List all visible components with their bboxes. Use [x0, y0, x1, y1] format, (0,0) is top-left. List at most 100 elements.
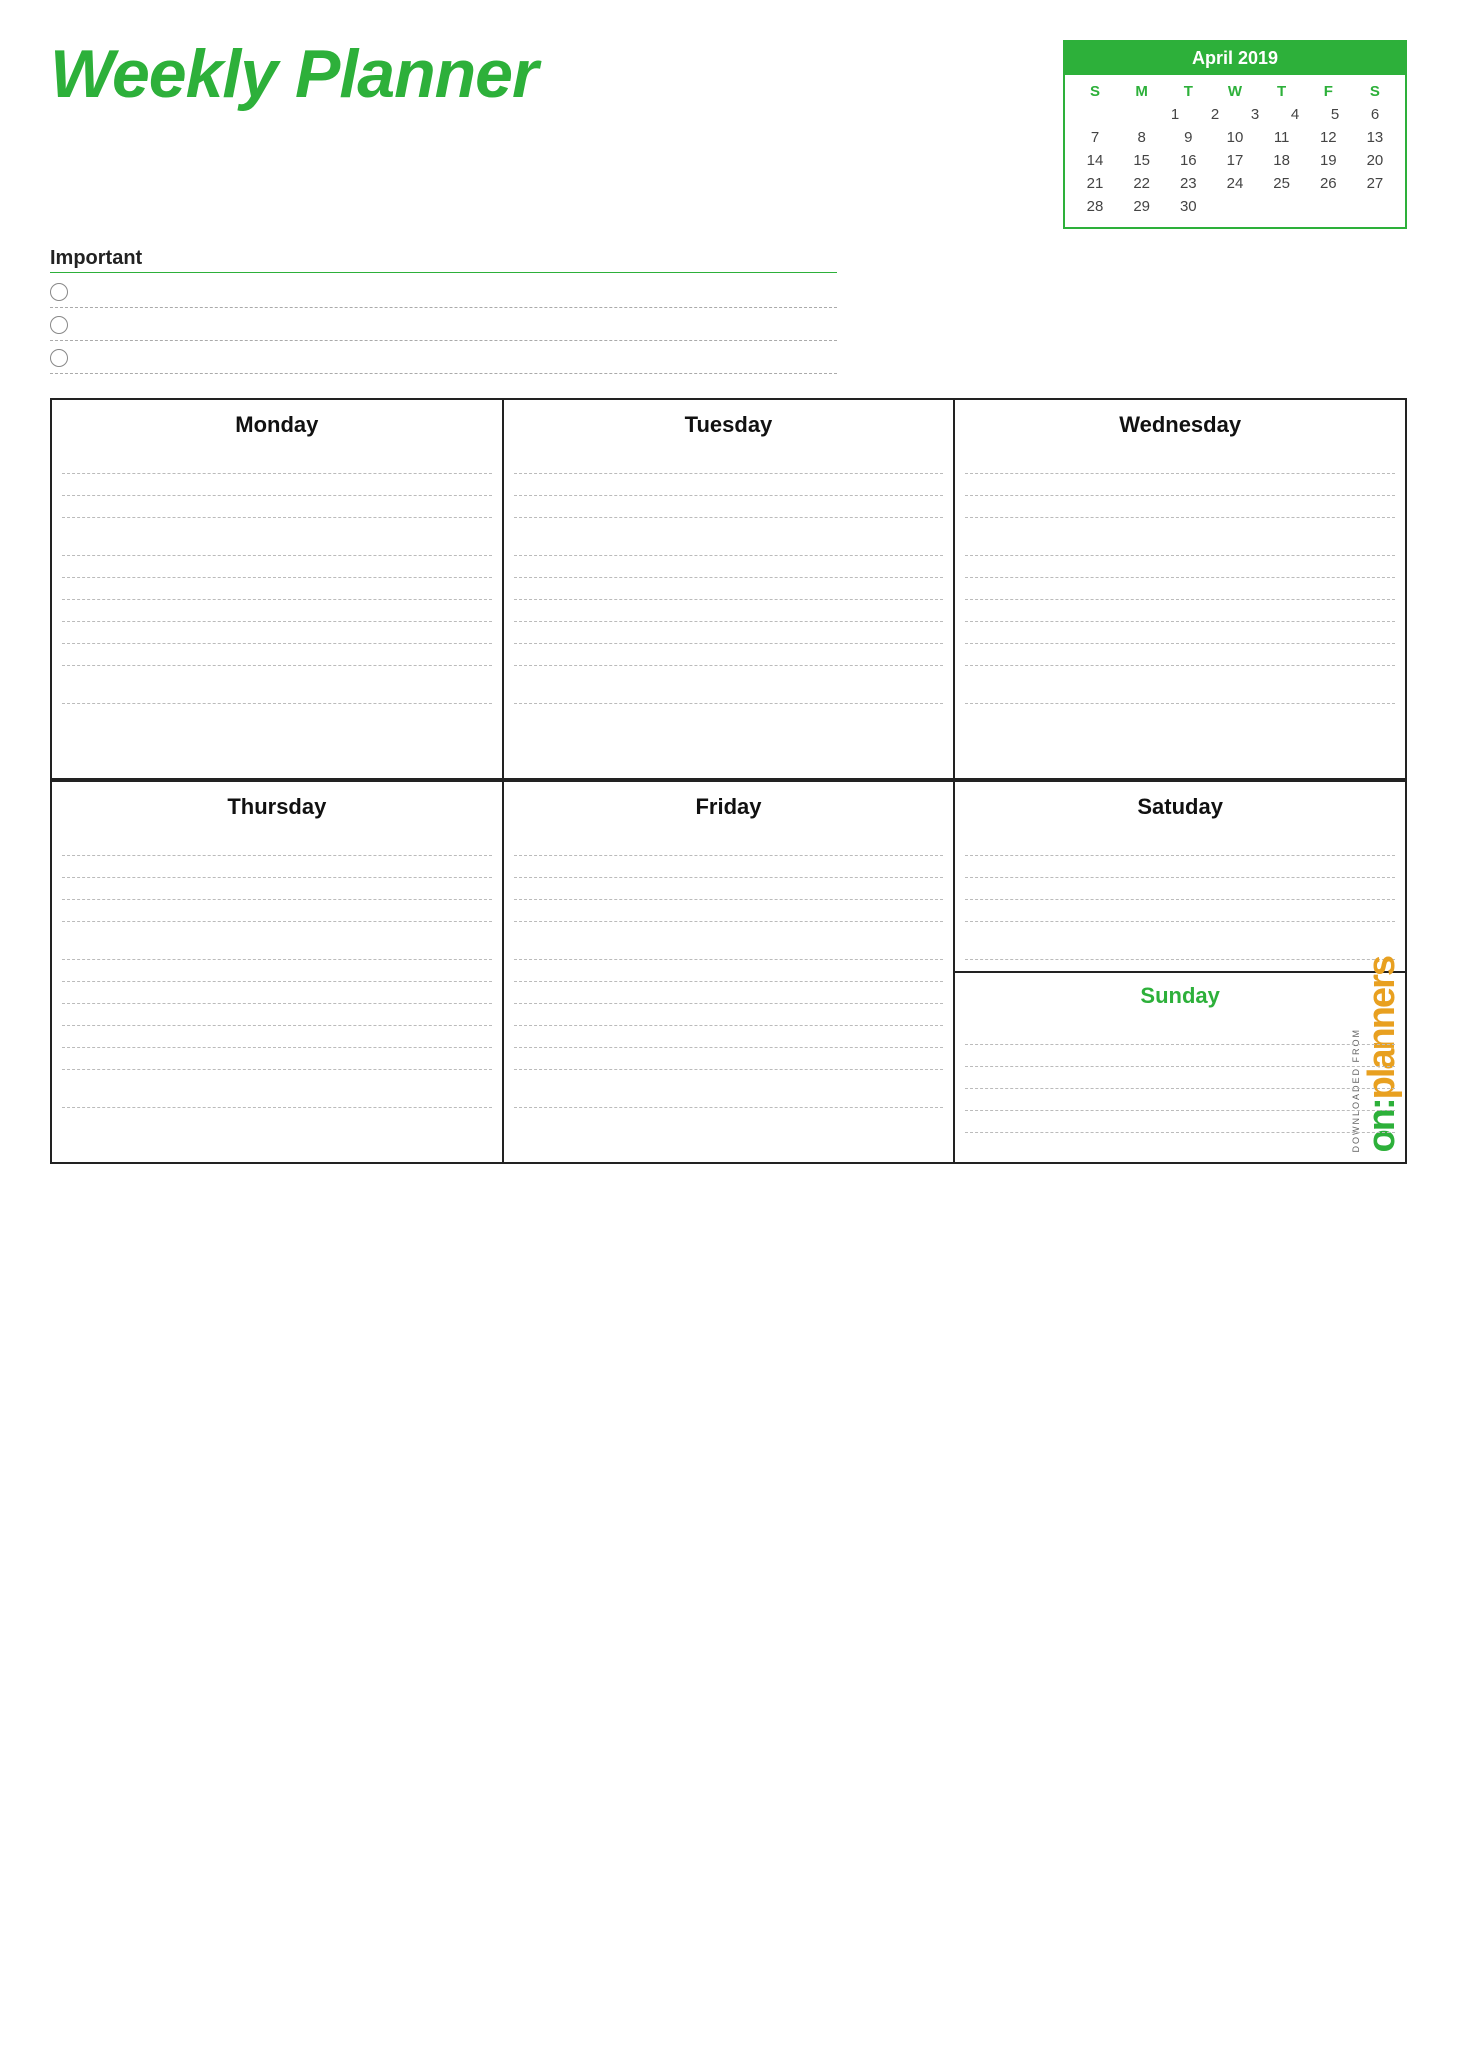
cal-day-20: 20 — [1355, 150, 1395, 171]
tuesday-line-7 — [514, 600, 944, 622]
saturday-lines — [965, 834, 1395, 960]
cal-day-15: 15 — [1122, 150, 1162, 171]
wednesday-dot-1 — [965, 518, 1395, 526]
monday-line-7 — [62, 600, 492, 622]
thursday-line-8 — [62, 1004, 492, 1026]
thursday-line-11 — [62, 1086, 492, 1108]
important-item-3 — [50, 347, 837, 367]
cal-week-2: 7 8 9 10 11 12 13 — [1075, 127, 1395, 148]
tuesday-lines — [514, 452, 944, 704]
title-text: Weekly Planner — [50, 40, 537, 108]
calendar-day-headers: S M T W T F S — [1075, 81, 1395, 102]
cal-day-18: 18 — [1262, 150, 1302, 171]
cal-day-27: 27 — [1355, 173, 1395, 194]
cal-header-t: T — [1168, 81, 1208, 102]
tuesday-line-5 — [514, 556, 944, 578]
cal-day-23: 23 — [1168, 173, 1208, 194]
important-line-1 — [50, 307, 837, 308]
page-header: Weekly Planner April 2019 S M T W T F S … — [50, 40, 1407, 229]
weekly-grid-top: Monday Tuesday — [50, 398, 1407, 780]
monday-dot-4 — [62, 674, 492, 682]
wednesday-line-2 — [965, 474, 1395, 496]
cal-day-28: 28 — [1075, 196, 1115, 217]
cal-day-empty6: - — [1355, 196, 1395, 217]
cal-day-14: 14 — [1075, 150, 1115, 171]
friday-line-5 — [514, 938, 944, 960]
sunday-lines — [965, 1023, 1395, 1133]
weekly-grid-bottom: Thursday Friday — [50, 780, 1407, 1164]
friday-lines — [514, 834, 944, 1108]
monday-line-4 — [62, 534, 492, 556]
cal-day-21: 21 — [1075, 173, 1115, 194]
thursday-lines — [62, 834, 492, 1108]
cal-header-t2: T — [1262, 81, 1302, 102]
cal-day-11: 11 — [1262, 127, 1302, 148]
thursday-line-7 — [62, 982, 492, 1004]
wednesday-label: Wednesday — [965, 412, 1395, 438]
wednesday-dot-2 — [965, 526, 1395, 534]
wednesday-line-1 — [965, 452, 1395, 474]
thursday-dot-4 — [62, 1078, 492, 1086]
monday-line-9 — [62, 644, 492, 666]
thursday-line-5 — [62, 938, 492, 960]
wednesday-line-7 — [965, 600, 1395, 622]
calendar-grid: S M T W T F S - - 1 2 3 4 5 6 7 — [1065, 75, 1405, 227]
important-item-1 — [50, 281, 837, 301]
friday-dot-1 — [514, 922, 944, 930]
cal-day-8: 8 — [1122, 127, 1162, 148]
cal-day-30: 30 — [1168, 196, 1208, 217]
tuesday-line-1 — [514, 452, 944, 474]
thursday-line-10 — [62, 1048, 492, 1070]
friday-dot-3 — [514, 1070, 944, 1078]
important-line-2 — [50, 340, 837, 341]
thursday-dot-1 — [62, 922, 492, 930]
tuesday-line-6 — [514, 578, 944, 600]
cal-day-7: 7 — [1075, 127, 1115, 148]
circle-icon-1 — [50, 283, 68, 301]
tuesday-line-4 — [514, 534, 944, 556]
cal-day-empty3: - — [1215, 196, 1255, 217]
friday-line-3 — [514, 878, 944, 900]
mini-calendar: April 2019 S M T W T F S - - 1 2 3 4 5 6 — [1063, 40, 1407, 229]
wednesday-line-9 — [965, 644, 1395, 666]
sunday-line-5 — [965, 1111, 1395, 1133]
cal-header-s2: S — [1355, 81, 1395, 102]
monday-line-3 — [62, 496, 492, 518]
monday-label: Monday — [62, 412, 492, 438]
cal-week-5: 28 29 30 - - - - — [1075, 196, 1395, 217]
friday-line-8 — [514, 1004, 944, 1026]
monday-cell: Monday — [52, 400, 504, 780]
friday-dot-2 — [514, 930, 944, 938]
important-label: Important — [50, 247, 837, 273]
friday-line-10 — [514, 1048, 944, 1070]
monday-line-6 — [62, 578, 492, 600]
cal-day-empty2: - — [1115, 104, 1155, 125]
thursday-dot-2 — [62, 930, 492, 938]
wednesday-line-5 — [965, 556, 1395, 578]
friday-label: Friday — [514, 794, 944, 820]
cal-day-6: 6 — [1355, 104, 1395, 125]
monday-lines — [62, 452, 492, 704]
thursday-cell: Thursday — [52, 782, 504, 1162]
saturday-line-2 — [965, 856, 1395, 878]
cal-day-17: 17 — [1215, 150, 1255, 171]
tuesday-cell: Tuesday — [504, 400, 956, 780]
page-title: Weekly Planner — [50, 40, 537, 108]
wednesday-cell: Wednesday — [955, 400, 1407, 780]
wednesday-line-6 — [965, 578, 1395, 600]
wednesday-lines — [965, 452, 1395, 704]
monday-line-8 — [62, 622, 492, 644]
monday-dot-3 — [62, 666, 492, 674]
monday-dot-1 — [62, 518, 492, 526]
cal-header-m: M — [1122, 81, 1162, 102]
sunday-line-1 — [965, 1023, 1395, 1045]
saturday-label: Satuday — [965, 794, 1395, 820]
cal-day-2: 2 — [1195, 104, 1235, 125]
friday-line-7 — [514, 982, 944, 1004]
saturday-line-1 — [965, 834, 1395, 856]
wednesday-line-10 — [965, 682, 1395, 704]
friday-line-6 — [514, 960, 944, 982]
saturday-line-3 — [965, 878, 1395, 900]
thursday-line-9 — [62, 1026, 492, 1048]
sat-sun-cell: Satuday DOWNLOADED FROM on:planners — [955, 782, 1407, 1162]
